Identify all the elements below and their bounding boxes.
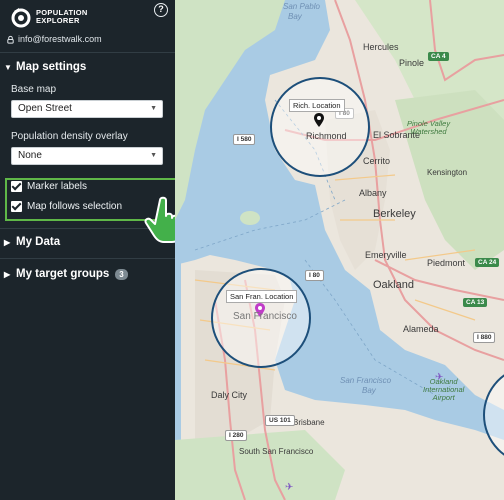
- water-label: Bay: [362, 386, 376, 395]
- marker-labels-checkbox[interactable]: Marker labels: [11, 181, 87, 192]
- location-radius-circle[interactable]: [270, 77, 370, 177]
- caret-right-icon: ▶: [4, 237, 11, 247]
- target-groups-count-badge: 3: [115, 268, 128, 280]
- city-label: Cerrito: [363, 156, 391, 166]
- divider: [0, 52, 175, 53]
- city-label: Kensington: [427, 168, 468, 177]
- user-icon: [7, 35, 14, 44]
- city-label: Alameda: [403, 324, 439, 334]
- map-base: [175, 0, 504, 500]
- highway-shield: CA 4: [428, 52, 449, 61]
- location-label: San Fran. Location: [226, 290, 298, 303]
- highway-shield: US 101: [265, 415, 295, 426]
- account-email: info@forestwalk.com: [18, 34, 102, 44]
- highway-shield: I 280: [225, 430, 248, 441]
- location-label: Rich. Location: [289, 99, 345, 112]
- caret-down-icon: ▼: [4, 62, 12, 72]
- city-label: Emeryville: [365, 250, 407, 260]
- airport-icon: ✈: [435, 372, 444, 383]
- city-label: San Francisco: [233, 311, 297, 322]
- water-label: San Pablo: [283, 2, 320, 11]
- target-groups-header[interactable]: ▶ My target groups 3: [4, 268, 128, 280]
- highway-shield: I 880: [473, 332, 496, 343]
- chevron-down-icon: ▼: [150, 152, 157, 159]
- highway-shield: I 580: [233, 134, 256, 145]
- base-map-select[interactable]: Open Street ▼: [11, 100, 163, 118]
- brand-name: POPULATION EXPLORER: [36, 8, 88, 25]
- water-label: Bay: [288, 12, 302, 21]
- city-label: Hercules: [363, 42, 399, 52]
- park-label: Oakland International Airport: [423, 377, 465, 402]
- highway-shield: CA 24: [475, 258, 500, 267]
- park-label: Pinole Valley Watershed: [407, 119, 451, 136]
- account-row[interactable]: info@forestwalk.com: [6, 34, 102, 44]
- map-follows-checkbox[interactable]: Map follows selection: [11, 201, 122, 212]
- map-view[interactable]: San Pablo Bay San Francisco Bay Hercules…: [175, 0, 504, 500]
- my-data-title: My Data: [16, 236, 61, 248]
- city-label: Pinole: [399, 58, 425, 68]
- my-data-header[interactable]: ▶ My Data: [4, 236, 60, 248]
- overlay-select[interactable]: None ▼: [11, 147, 163, 165]
- divider: [0, 258, 175, 259]
- base-map-label: Base map: [11, 84, 57, 95]
- map-pin-icon[interactable]: [314, 113, 324, 127]
- city-label: Berkeley: [373, 208, 416, 220]
- map-follows-label: Map follows selection: [27, 201, 123, 212]
- target-groups-title: My target groups: [16, 268, 110, 280]
- map-settings-title: Map settings: [16, 61, 87, 73]
- city-label: Oakland: [373, 279, 414, 291]
- city-label: South San Francisco: [239, 447, 314, 456]
- highway-shield: CA 13: [463, 298, 488, 307]
- highway-shield: I 80: [305, 270, 324, 281]
- help-icon[interactable]: ?: [154, 3, 168, 17]
- chevron-down-icon: ▼: [150, 105, 157, 112]
- city-label: Richmond: [306, 131, 347, 141]
- population-explorer-logo: [11, 8, 31, 28]
- city-label: Brisbane: [293, 418, 325, 427]
- sidebar: POPULATION EXPLORER ? info@forestwalk.com…: [0, 0, 177, 500]
- city-label: Daly City: [211, 390, 248, 400]
- city-label: Albany: [359, 188, 387, 198]
- base-map-value: Open Street: [18, 103, 72, 114]
- checkbox-checked-icon: [11, 181, 22, 192]
- marker-labels-label: Marker labels: [27, 181, 88, 192]
- map-settings-header[interactable]: ▼ Map settings: [4, 61, 86, 73]
- overlay-label: Population density overlay: [11, 131, 128, 142]
- checkbox-checked-icon: [11, 201, 22, 212]
- airport-icon: ✈: [285, 482, 294, 493]
- caret-right-icon: ▶: [4, 269, 11, 279]
- brand: POPULATION EXPLORER: [10, 6, 88, 28]
- overlay-value: None: [18, 150, 42, 161]
- water-label: San Francisco: [340, 376, 392, 385]
- city-label: Piedmont: [427, 258, 466, 268]
